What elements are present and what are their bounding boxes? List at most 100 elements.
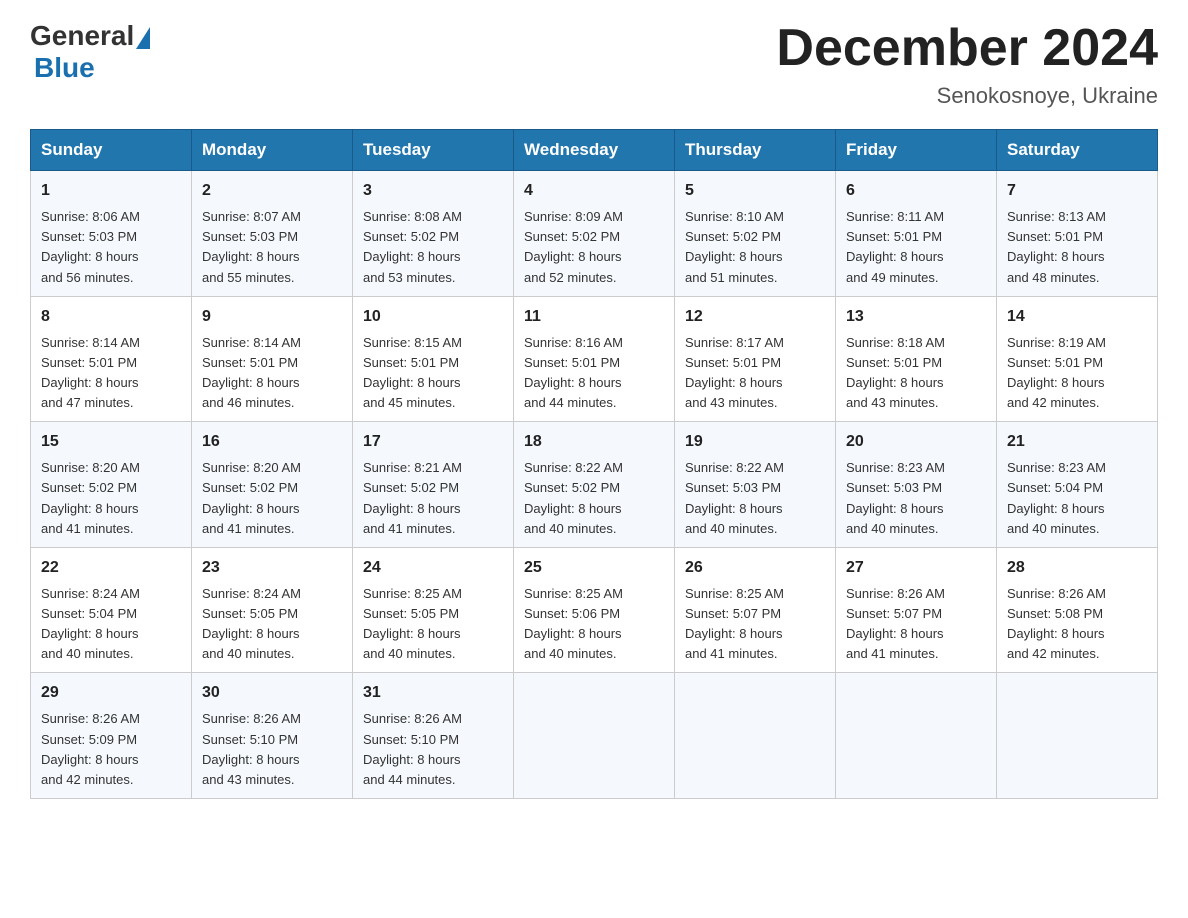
day-number: 20 — [846, 430, 986, 454]
day-number: 31 — [363, 681, 503, 705]
day-number: 16 — [202, 430, 342, 454]
logo-general-text: General — [30, 20, 134, 52]
day-info: Sunrise: 8:21 AMSunset: 5:02 PMDaylight:… — [363, 458, 503, 539]
calendar-cell: 25 Sunrise: 8:25 AMSunset: 5:06 PMDayligh… — [514, 547, 675, 673]
calendar-cell: 24 Sunrise: 8:25 AMSunset: 5:05 PMDayligh… — [353, 547, 514, 673]
day-number: 18 — [524, 430, 664, 454]
day-info: Sunrise: 8:13 AMSunset: 5:01 PMDaylight:… — [1007, 207, 1147, 288]
day-number: 30 — [202, 681, 342, 705]
calendar-row: 29 Sunrise: 8:26 AMSunset: 5:09 PMDayligh… — [31, 673, 1158, 799]
calendar-cell: 28Sunrise: 8:26 AMSunset: 5:08 PMDayligh… — [997, 547, 1158, 673]
day-number: 25 — [524, 556, 664, 580]
day-number: 7 — [1007, 179, 1147, 203]
day-number: 11 — [524, 305, 664, 329]
day-number: 9 — [202, 305, 342, 329]
calendar-cell — [997, 673, 1158, 799]
header-cell-wednesday: Wednesday — [514, 130, 675, 171]
calendar-cell: 16 Sunrise: 8:20 AMSunset: 5:02 PMDayligh… — [192, 422, 353, 548]
calendar-cell: 18 Sunrise: 8:22 AMSunset: 5:02 PMDayligh… — [514, 422, 675, 548]
calendar-cell: 19 Sunrise: 8:22 AMSunset: 5:03 PMDayligh… — [675, 422, 836, 548]
calendar-row: 15 Sunrise: 8:20 AMSunset: 5:02 PMDayligh… — [31, 422, 1158, 548]
day-number: 8 — [41, 305, 181, 329]
day-number: 12 — [685, 305, 825, 329]
header-cell-tuesday: Tuesday — [353, 130, 514, 171]
header-row: SundayMondayTuesdayWednesdayThursdayFrid… — [31, 130, 1158, 171]
header-cell-friday: Friday — [836, 130, 997, 171]
location-subtitle: Senokosnoye, Ukraine — [776, 83, 1158, 109]
calendar-cell: 9 Sunrise: 8:14 AMSunset: 5:01 PMDaylight… — [192, 296, 353, 422]
calendar-cell: 11 Sunrise: 8:16 AMSunset: 5:01 PMDayligh… — [514, 296, 675, 422]
calendar-cell: 30Sunrise: 8:26 AMSunset: 5:10 PMDayligh… — [192, 673, 353, 799]
day-number: 24 — [363, 556, 503, 580]
day-number: 3 — [363, 179, 503, 203]
day-info: Sunrise: 8:17 AMSunset: 5:01 PMDaylight:… — [685, 333, 825, 414]
calendar-cell: 5Sunrise: 8:10 AMSunset: 5:02 PMDaylight… — [675, 171, 836, 297]
calendar-cell: 21Sunrise: 8:23 AMSunset: 5:04 PMDayligh… — [997, 422, 1158, 548]
day-info: Sunrise: 8:16 AMSunset: 5:01 PMDaylight:… — [524, 333, 664, 414]
calendar-cell: 22 Sunrise: 8:24 AMSunset: 5:04 PMDayligh… — [31, 547, 192, 673]
calendar-table: SundayMondayTuesdayWednesdayThursdayFrid… — [30, 129, 1158, 799]
calendar-cell: 3 Sunrise: 8:08 AMSunset: 5:02 PMDaylight… — [353, 171, 514, 297]
day-number: 2 — [202, 179, 342, 203]
day-info: Sunrise: 8:26 AMSunset: 5:09 PMDaylight:… — [41, 709, 181, 790]
page-header: General Blue December 2024 Senokosnoye, … — [30, 20, 1158, 109]
day-info: Sunrise: 8:18 AMSunset: 5:01 PMDaylight:… — [846, 333, 986, 414]
day-info: Sunrise: 8:23 AMSunset: 5:03 PMDaylight:… — [846, 458, 986, 539]
day-number: 21 — [1007, 430, 1147, 454]
header-cell-monday: Monday — [192, 130, 353, 171]
day-info: Sunrise: 8:06 AMSunset: 5:03 PMDaylight:… — [41, 207, 181, 288]
day-number: 14 — [1007, 305, 1147, 329]
day-info: Sunrise: 8:22 AMSunset: 5:02 PMDaylight:… — [524, 458, 664, 539]
day-number: 19 — [685, 430, 825, 454]
day-info: Sunrise: 8:09 AMSunset: 5:02 PMDaylight:… — [524, 207, 664, 288]
day-info: Sunrise: 8:25 AMSunset: 5:06 PMDaylight:… — [524, 584, 664, 665]
logo-blue-text: Blue — [34, 52, 95, 83]
day-info: Sunrise: 8:25 AMSunset: 5:05 PMDaylight:… — [363, 584, 503, 665]
day-info: Sunrise: 8:26 AMSunset: 5:10 PMDaylight:… — [363, 709, 503, 790]
day-info: Sunrise: 8:08 AMSunset: 5:02 PMDaylight:… — [363, 207, 503, 288]
day-number: 6 — [846, 179, 986, 203]
calendar-cell: 27Sunrise: 8:26 AMSunset: 5:07 PMDayligh… — [836, 547, 997, 673]
calendar-cell: 29 Sunrise: 8:26 AMSunset: 5:09 PMDayligh… — [31, 673, 192, 799]
header-cell-sunday: Sunday — [31, 130, 192, 171]
title-area: December 2024 Senokosnoye, Ukraine — [776, 20, 1158, 109]
logo: General Blue — [30, 20, 152, 84]
day-info: Sunrise: 8:19 AMSunset: 5:01 PMDaylight:… — [1007, 333, 1147, 414]
calendar-body: 1 Sunrise: 8:06 AMSunset: 5:03 PMDaylight… — [31, 171, 1158, 799]
calendar-cell — [675, 673, 836, 799]
calendar-cell: 1 Sunrise: 8:06 AMSunset: 5:03 PMDaylight… — [31, 171, 192, 297]
day-info: Sunrise: 8:24 AMSunset: 5:04 PMDaylight:… — [41, 584, 181, 665]
calendar-row: 22 Sunrise: 8:24 AMSunset: 5:04 PMDayligh… — [31, 547, 1158, 673]
day-number: 13 — [846, 305, 986, 329]
day-number: 26 — [685, 556, 825, 580]
day-number: 29 — [41, 681, 181, 705]
day-number: 23 — [202, 556, 342, 580]
calendar-header: SundayMondayTuesdayWednesdayThursdayFrid… — [31, 130, 1158, 171]
day-info: Sunrise: 8:14 AMSunset: 5:01 PMDaylight:… — [202, 333, 342, 414]
calendar-cell: 6 Sunrise: 8:11 AMSunset: 5:01 PMDaylight… — [836, 171, 997, 297]
day-info: Sunrise: 8:20 AMSunset: 5:02 PMDaylight:… — [202, 458, 342, 539]
day-info: Sunrise: 8:07 AMSunset: 5:03 PMDaylight:… — [202, 207, 342, 288]
header-cell-saturday: Saturday — [997, 130, 1158, 171]
calendar-cell: 17 Sunrise: 8:21 AMSunset: 5:02 PMDayligh… — [353, 422, 514, 548]
calendar-row: 1 Sunrise: 8:06 AMSunset: 5:03 PMDaylight… — [31, 171, 1158, 297]
day-info: Sunrise: 8:11 AMSunset: 5:01 PMDaylight:… — [846, 207, 986, 288]
calendar-cell — [514, 673, 675, 799]
day-info: Sunrise: 8:20 AMSunset: 5:02 PMDaylight:… — [41, 458, 181, 539]
day-number: 4 — [524, 179, 664, 203]
day-number: 27 — [846, 556, 986, 580]
calendar-cell: 13 Sunrise: 8:18 AMSunset: 5:01 PMDayligh… — [836, 296, 997, 422]
calendar-cell: 8 Sunrise: 8:14 AMSunset: 5:01 PMDaylight… — [31, 296, 192, 422]
header-cell-thursday: Thursday — [675, 130, 836, 171]
day-number: 1 — [41, 179, 181, 203]
day-info: Sunrise: 8:26 AMSunset: 5:08 PMDaylight:… — [1007, 584, 1147, 665]
day-info: Sunrise: 8:25 AMSunset: 5:07 PMDaylight:… — [685, 584, 825, 665]
day-info: Sunrise: 8:14 AMSunset: 5:01 PMDaylight:… — [41, 333, 181, 414]
day-number: 17 — [363, 430, 503, 454]
calendar-cell: 31 Sunrise: 8:26 AMSunset: 5:10 PMDayligh… — [353, 673, 514, 799]
calendar-cell: 14 Sunrise: 8:19 AMSunset: 5:01 PMDayligh… — [997, 296, 1158, 422]
day-number: 22 — [41, 556, 181, 580]
day-info: Sunrise: 8:22 AMSunset: 5:03 PMDaylight:… — [685, 458, 825, 539]
day-number: 15 — [41, 430, 181, 454]
day-info: Sunrise: 8:15 AMSunset: 5:01 PMDaylight:… — [363, 333, 503, 414]
